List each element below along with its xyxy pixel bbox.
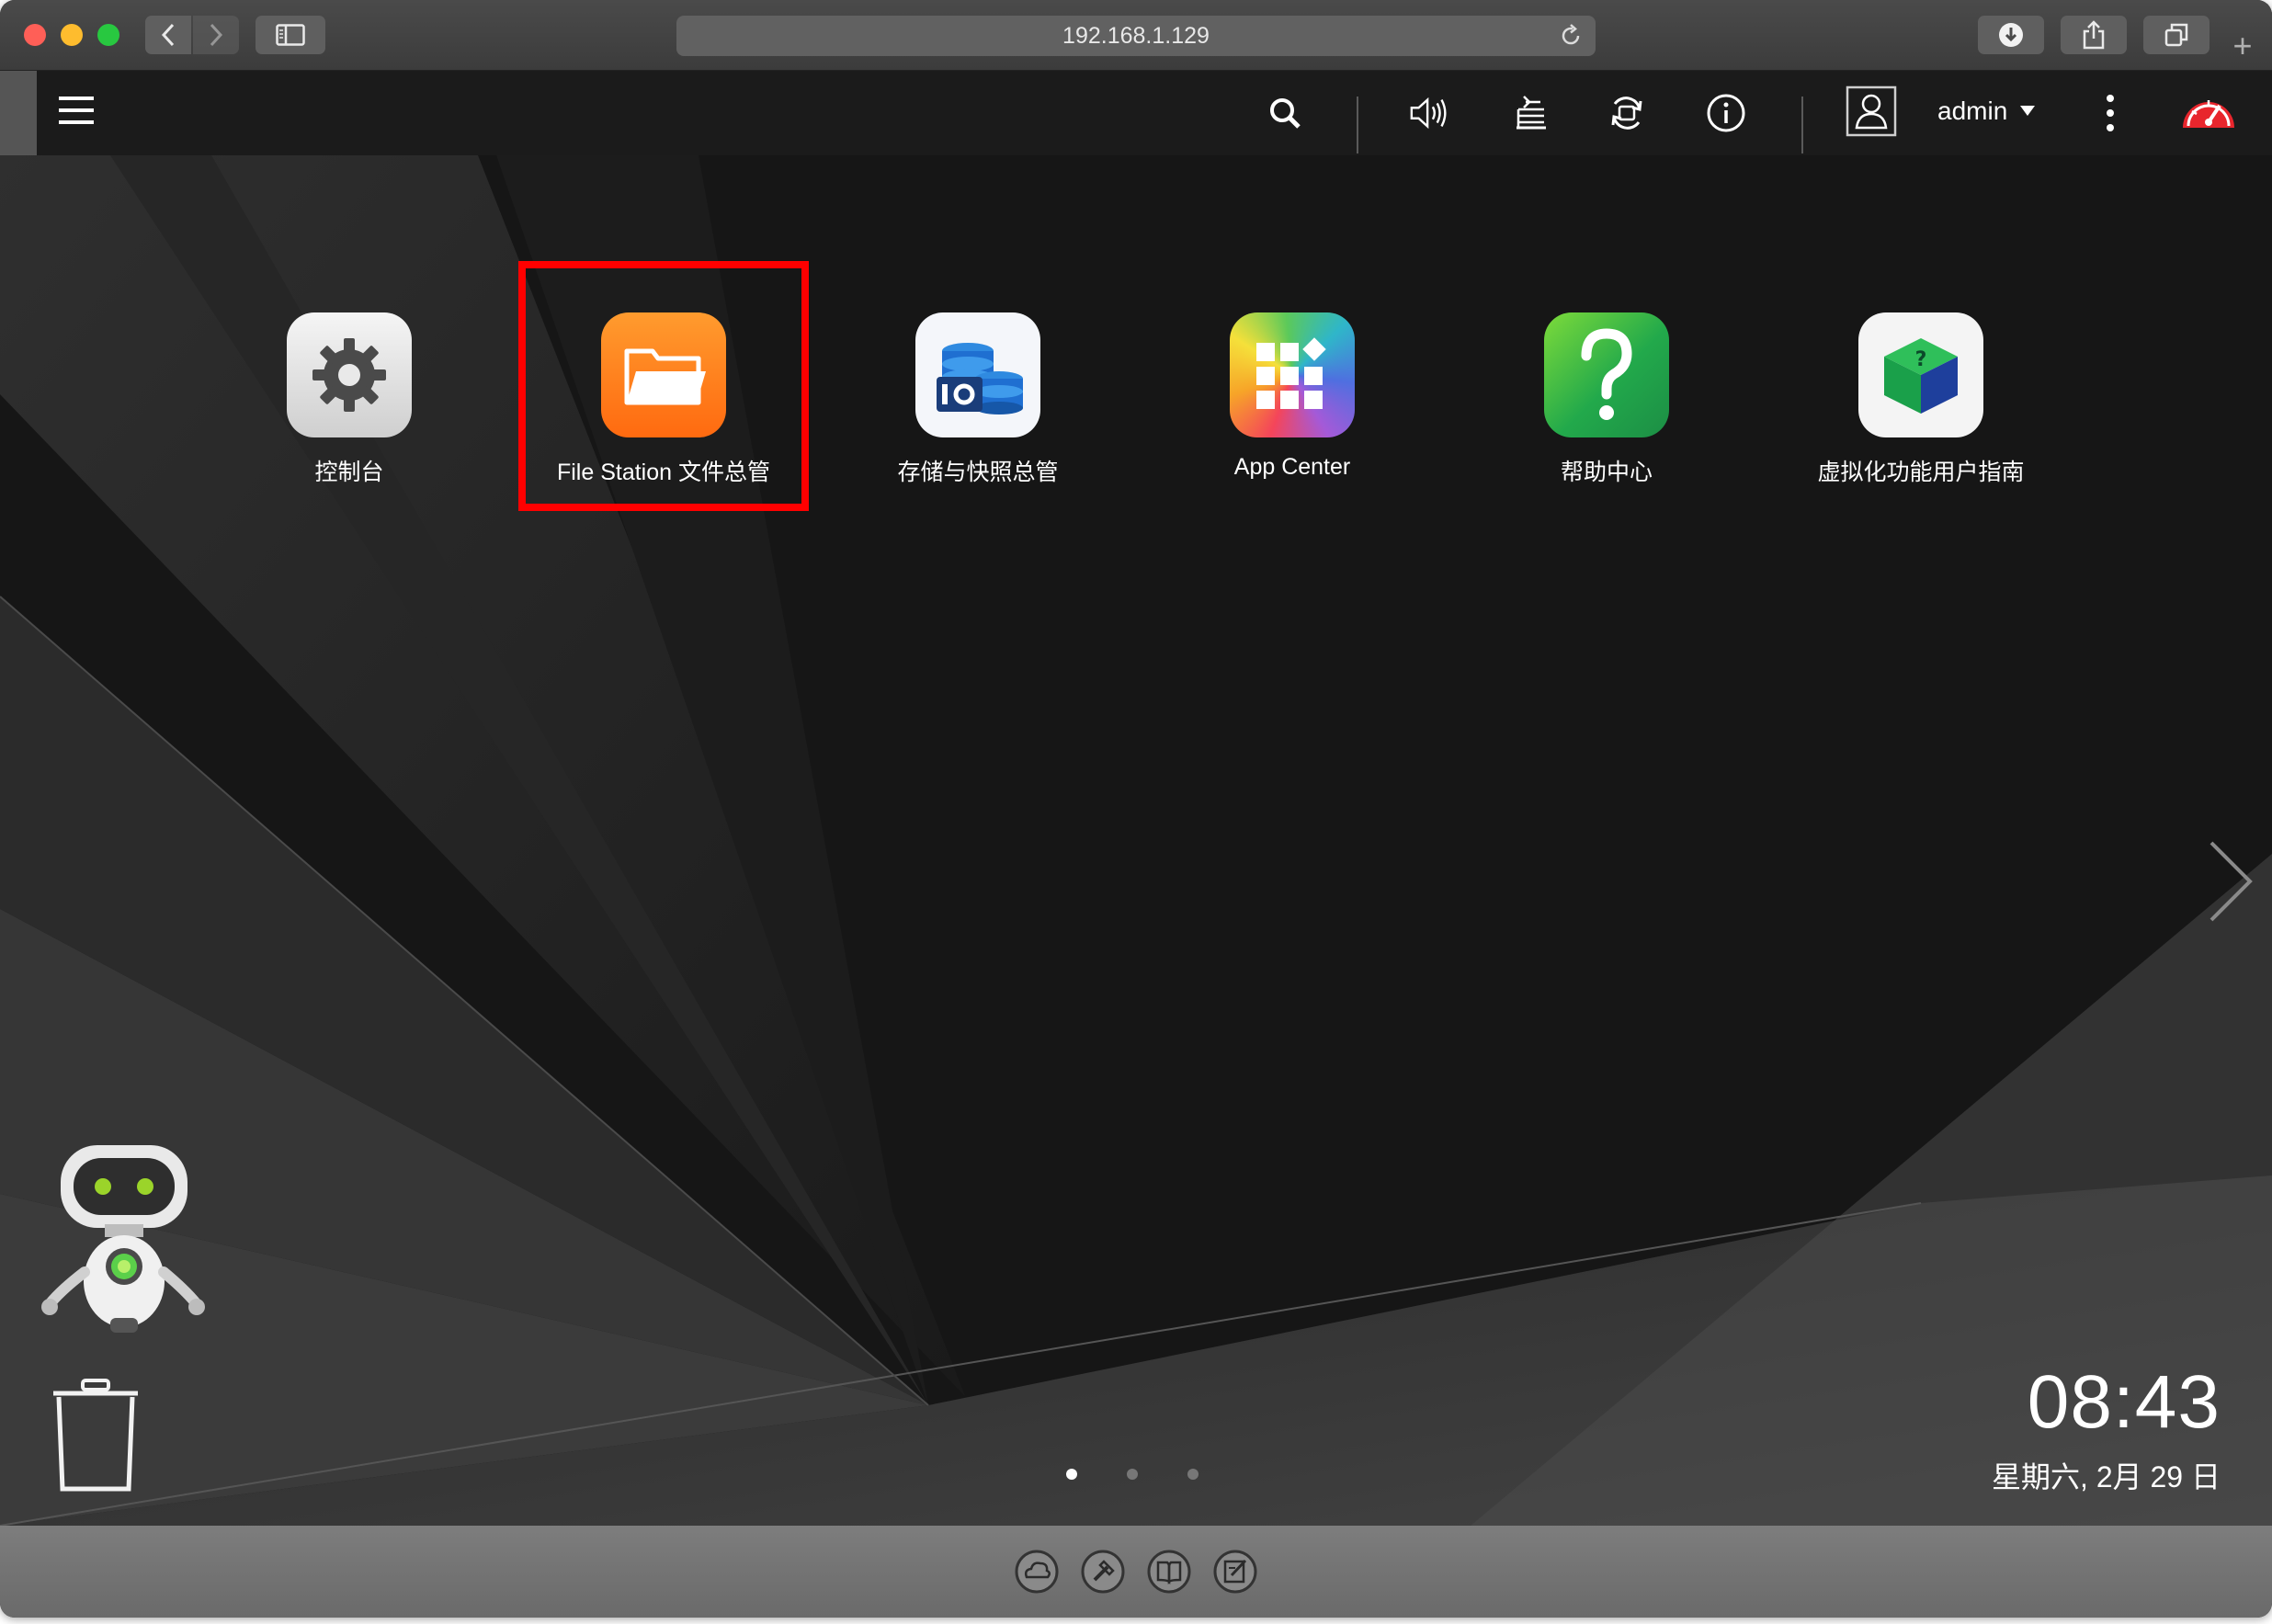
app-label: 控制台	[314, 460, 384, 485]
notes-icon[interactable]	[1211, 1548, 1259, 1596]
sidebar-icon	[276, 24, 305, 46]
sidebar-toggle-button[interactable]	[256, 16, 325, 54]
tab-overview-button[interactable]	[2143, 16, 2210, 54]
back-button[interactable]	[145, 16, 191, 54]
download-icon	[1999, 23, 2023, 47]
side-panel-edge	[0, 71, 37, 155]
recycle-bin[interactable]	[50, 1375, 142, 1499]
app-app-center[interactable]: App Center	[1136, 312, 1448, 481]
main-menu-button[interactable]	[57, 91, 96, 130]
app-label: App Center	[1233, 454, 1351, 480]
user-menu-label[interactable]: admin	[1937, 97, 2007, 126]
app-label: 虚拟化功能用户指南	[1817, 460, 2025, 485]
desktop-area: 控制台 File Station 文件总管 存储与快照总管 App Center	[0, 155, 2272, 1526]
selection-highlight	[518, 261, 809, 511]
downloads-button[interactable]	[1978, 16, 2044, 54]
chevron-left-icon	[161, 23, 175, 47]
chevron-right-icon	[2210, 841, 2253, 922]
page-dot-active[interactable]	[1066, 1469, 1077, 1480]
new-tab-button[interactable]: +	[2224, 22, 2261, 70]
info-button[interactable]	[1704, 91, 1748, 135]
storage-icon	[915, 312, 1040, 437]
caret-down-icon[interactable]	[2020, 106, 2035, 116]
browser-toolbar: 192.168.1.129 +	[0, 0, 2272, 71]
share-button[interactable]	[2061, 16, 2127, 54]
sync-button[interactable]	[1605, 91, 1649, 135]
tabs-icon	[2164, 23, 2188, 47]
forward-button[interactable]	[193, 16, 239, 54]
chevron-right-icon	[210, 23, 223, 47]
clock-time: 08:43	[2027, 1360, 2221, 1444]
bottom-dock	[0, 1526, 2272, 1618]
maximize-window-button[interactable]	[97, 24, 119, 46]
search-icon	[1270, 98, 1301, 129]
address-bar[interactable]: 192.168.1.129	[676, 16, 1596, 56]
trash-icon	[53, 1379, 138, 1492]
app-control-panel[interactable]: 控制台	[193, 312, 506, 487]
volume-icon	[1410, 97, 1447, 130]
app-label: 帮助中心	[1560, 460, 1653, 485]
help-icon	[1544, 312, 1669, 437]
page-dot[interactable]	[1187, 1469, 1198, 1480]
tools-icon[interactable]	[1079, 1548, 1127, 1596]
app-label: 存储与快照总管	[897, 460, 1059, 485]
virtualization-icon: ?	[1858, 312, 1983, 437]
page-indicator	[1066, 1465, 1213, 1483]
info-icon	[1707, 94, 1745, 132]
gear-icon	[287, 312, 412, 437]
toolbar-divider	[1357, 97, 1358, 153]
cloud-icon[interactable]	[1013, 1548, 1061, 1596]
tasks-icon	[1517, 96, 1546, 130]
volume-button[interactable]	[1408, 91, 1452, 135]
toolbar-divider	[1801, 97, 1803, 153]
minimize-window-button[interactable]	[61, 24, 83, 46]
svg-text:?: ?	[1915, 348, 1927, 371]
robot-icon	[41, 1145, 205, 1333]
share-icon	[2083, 20, 2105, 50]
more-options-button[interactable]	[2088, 91, 2132, 135]
background-tasks-button[interactable]	[1509, 91, 1553, 135]
app-storage-snapshots[interactable]: 存储与快照总管	[822, 312, 1134, 487]
user-icon	[1846, 85, 1897, 137]
next-page-button[interactable]	[2198, 835, 2263, 927]
browser-window: 192.168.1.129 + admin 控制台 File Station 文…	[0, 0, 2272, 1618]
close-window-button[interactable]	[24, 24, 46, 46]
app-virtualization-guide[interactable]: ? 虚拟化功能用户指南	[1765, 312, 2077, 487]
clock-date: 星期六, 2月 29 日	[1992, 1460, 2221, 1493]
url-text: 192.168.1.129	[1062, 22, 1210, 49]
more-icon	[2107, 95, 2114, 131]
book-icon[interactable]	[1145, 1548, 1193, 1596]
sync-icon	[1611, 97, 1642, 130]
menu-icon	[59, 97, 94, 124]
app-grid-icon	[1230, 312, 1355, 437]
page-dot[interactable]	[1127, 1469, 1138, 1480]
reload-icon[interactable]	[1559, 24, 1583, 48]
search-button[interactable]	[1263, 91, 1307, 135]
nas-top-bar: admin	[0, 71, 2272, 155]
user-avatar-button[interactable]	[1846, 85, 1897, 137]
app-help-center[interactable]: 帮助中心	[1450, 312, 1763, 487]
dashboard-button[interactable]	[2178, 85, 2239, 141]
qboost-robot[interactable]	[40, 1143, 206, 1341]
dashboard-icon	[2183, 100, 2234, 128]
